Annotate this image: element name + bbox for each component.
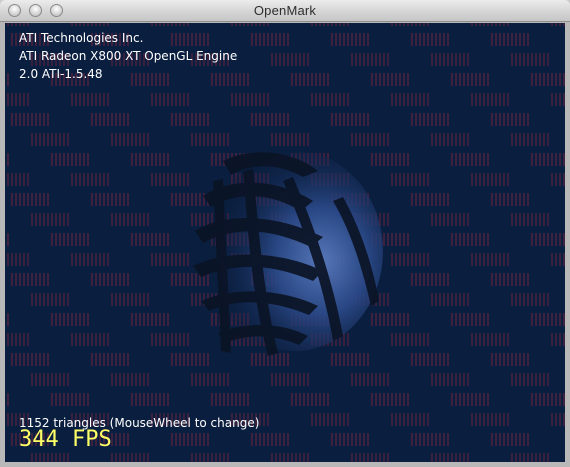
rotating-sphere <box>193 151 383 356</box>
gl-renderer-label: ATI Radeon X800 XT OpenGL Engine <box>19 49 238 63</box>
window-title: OpenMark <box>253 3 317 18</box>
opengl-viewport[interactable]: ATI Technologies Inc. ATI Radeon X800 XT… <box>5 23 565 462</box>
gl-vendor-label: ATI Technologies Inc. <box>19 31 144 45</box>
title-bar[interactable]: OpenMark <box>0 0 570 22</box>
fps-counter: 344 FPS <box>19 427 112 452</box>
app-window: OpenMark ATI Technologies Inc. ATI Radeo… <box>0 0 570 467</box>
gl-version-label: 2.0 ATI-1.5.48 <box>19 67 103 81</box>
